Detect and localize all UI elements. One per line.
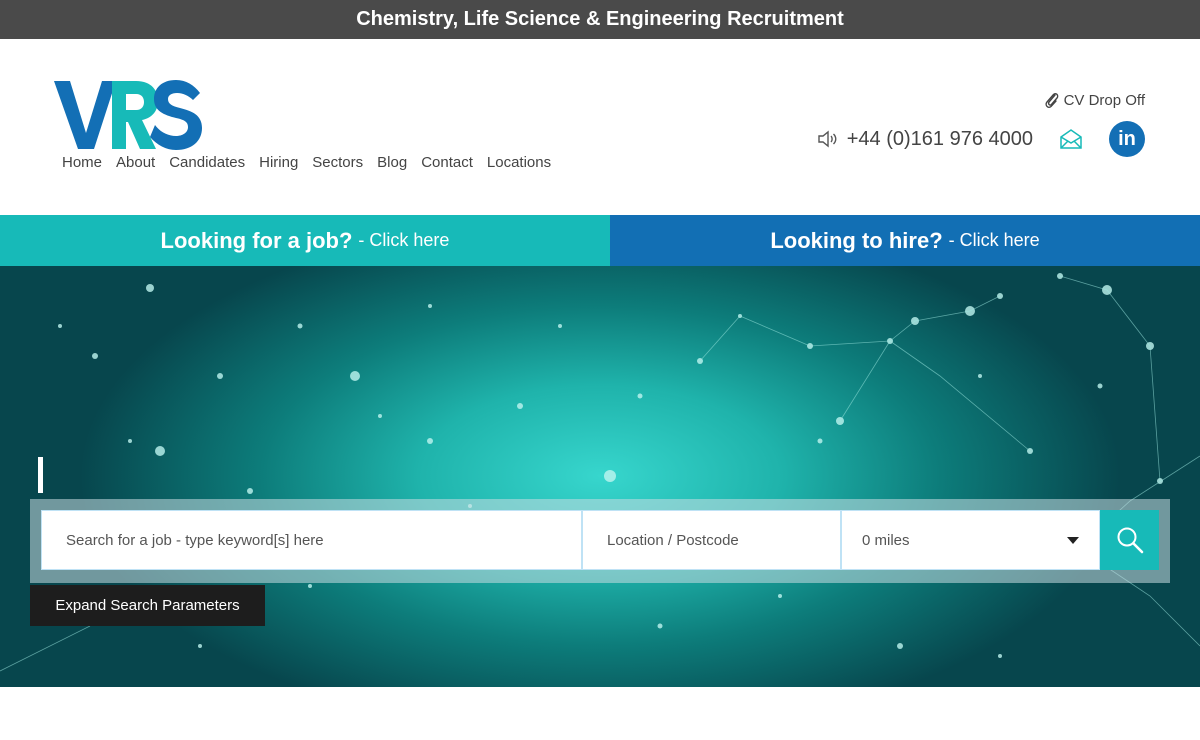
job-cta-strong: Looking for a job? (160, 227, 353, 253)
job-search-panel: Search for a job - type keyword[s] here … (30, 499, 1170, 583)
vrs-logo[interactable] (54, 77, 204, 153)
search-icon (1117, 527, 1143, 554)
radius-select[interactable]: 0 miles (841, 510, 1100, 570)
phone-number: +44 (0)161 976 4000 (846, 127, 1033, 150)
expand-search-button[interactable]: Expand Search Parameters (30, 585, 265, 626)
nav-home[interactable]: Home (62, 154, 102, 171)
job-cta-light: - Click here (358, 230, 450, 250)
hiring-cta[interactable]: Looking to hire? - Click here (610, 215, 1200, 266)
nav-locations[interactable]: Locations (487, 154, 551, 171)
contact-row: +44 (0)161 976 4000 in (817, 121, 1145, 157)
nav-contact[interactable]: Contact (421, 154, 473, 171)
phone-link[interactable]: +44 (0)161 976 4000 (817, 128, 1033, 151)
expand-search-label: Expand Search Parameters (55, 597, 240, 614)
hire-cta-light: - Click here (948, 230, 1040, 250)
cv-drop-off-link[interactable]: CV Drop Off (1044, 91, 1145, 109)
hire-cta-strong: Looking to hire? (770, 227, 943, 253)
chevron-down-icon (1067, 537, 1079, 544)
location-placeholder: Location / Postcode (607, 531, 739, 549)
typing-caret (38, 457, 43, 493)
linkedin-label: in (1118, 127, 1136, 150)
nav-blog[interactable]: Blog (377, 154, 407, 171)
site-header: Home About Candidates Hiring Sectors Blo… (0, 39, 1200, 215)
nav-hiring[interactable]: Hiring (259, 154, 298, 171)
keyword-search-input[interactable]: Search for a job - type keyword[s] here (41, 510, 582, 570)
nav-about[interactable]: About (116, 154, 155, 171)
job-seeker-cta[interactable]: Looking for a job? - Click here (0, 215, 610, 266)
location-input[interactable]: Location / Postcode (582, 510, 841, 570)
top-banner: Chemistry, Life Science & Engineering Re… (0, 0, 1200, 39)
linkedin-icon[interactable]: in (1109, 121, 1145, 157)
search-button[interactable] (1100, 510, 1159, 570)
mail-icon[interactable] (1059, 128, 1083, 150)
speaker-icon (818, 130, 837, 148)
nav-sectors[interactable]: Sectors (312, 154, 363, 171)
paperclip-icon (1045, 92, 1058, 108)
main-nav: Home About Candidates Hiring Sectors Blo… (62, 154, 551, 171)
radius-value: 0 miles (862, 531, 910, 549)
nav-candidates[interactable]: Candidates (169, 154, 245, 171)
keyword-placeholder: Search for a job - type keyword[s] here (66, 531, 324, 549)
top-banner-title: Chemistry, Life Science & Engineering Re… (356, 8, 844, 30)
cv-drop-off-label: CV Drop Off (1063, 91, 1145, 109)
hero-banner: Search for a job - type keyword[s] here … (0, 266, 1200, 687)
